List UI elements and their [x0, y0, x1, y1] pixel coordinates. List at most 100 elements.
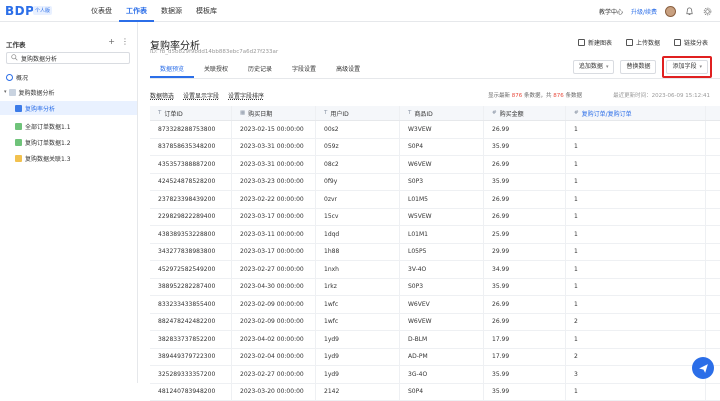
avatar[interactable] — [665, 6, 676, 17]
display-fields-link[interactable]: 设置显示字段 — [183, 91, 219, 100]
sidebar-item-repurchase-orders[interactable]: 复购订单数据1.2 — [0, 135, 137, 149]
table-row[interactable]: 3828337378522002023-04-02 00:00:001yd9D-… — [150, 331, 720, 349]
column-header[interactable]: #复购订单/复购订单 — [566, 106, 706, 120]
table-row[interactable]: 4383893532288002023-03-11 00:00:001dqdL0… — [150, 226, 720, 244]
stats-shown: 876 — [512, 93, 523, 99]
table-cell: 382833737852200 — [150, 331, 232, 348]
table-cell: 833233433855400 — [150, 296, 232, 313]
column-header[interactable]: T用户ID — [316, 106, 400, 120]
table-row[interactable]: 3889522822874002023-04-30 00:00:001rkzS0… — [150, 279, 720, 297]
column-header-label: 用户ID — [330, 109, 348, 118]
table-row[interactable]: 8824782424822002023-02-09 00:00:001wfcW6… — [150, 314, 720, 332]
chevron-down-icon: ▾ — [699, 61, 702, 73]
append-data-button[interactable]: 追加数据 ▾ — [573, 60, 615, 74]
upload-icon — [626, 39, 633, 46]
table-cell: 229829822289400 — [150, 209, 232, 226]
table-cell: 26.99 — [484, 156, 566, 173]
nav-datasource[interactable]: 数据源 — [154, 0, 189, 22]
table-row[interactable]: 3894493797223002023-02-04 00:00:001yd9AD… — [150, 349, 720, 367]
sidebar-item-repurchase-join[interactable]: 复购数据关联1.3 — [0, 151, 137, 165]
table-cell: S0P4 — [400, 384, 484, 401]
search-icon — [11, 54, 18, 63]
table-cell: 325289333357200 — [150, 366, 232, 383]
sidebar-item-label: 复购数据关联1.3 — [25, 154, 71, 163]
sheet-icon — [15, 105, 22, 112]
sheet-icon — [15, 139, 22, 146]
search-input[interactable] — [21, 55, 121, 62]
table-row[interactable]: 2298298222894002023-03-17 00:00:0015cvW5… — [150, 209, 720, 227]
table-cell: 435357388887200 — [150, 156, 232, 173]
table-cell: 1yd9 — [316, 331, 400, 348]
link-sheet-button[interactable]: 链接分表 — [674, 38, 708, 47]
nav-worksheet[interactable]: 工作表 — [119, 0, 154, 22]
table-row[interactable]: 2378233984392002023-02-22 00:00:000zvrL0… — [150, 191, 720, 209]
table-cell: 1nxh — [316, 261, 400, 278]
column-header[interactable]: ▦购买日期 — [232, 106, 316, 120]
sidebar-item-label: 复购数据分析 — [19, 88, 55, 97]
column-header[interactable]: T商品ID — [400, 106, 484, 120]
table-cell: 1h88 — [316, 244, 400, 261]
gear-icon[interactable] — [702, 6, 712, 16]
add-icon[interactable]: + — [108, 37, 115, 46]
send-icon — [698, 363, 709, 374]
logo[interactable]: BDP — [5, 4, 34, 18]
sidebar-item-all-orders[interactable]: 全部订单数据1.1 — [0, 119, 137, 133]
table-row[interactable]: 4353573888872002023-03-31 00:00:0008c2W6… — [150, 156, 720, 174]
add-field-button[interactable]: 添加字段 ▾ — [666, 60, 708, 74]
nav-dashboard[interactable]: 仪表盘 — [84, 0, 119, 22]
new-chart-button[interactable]: 新建图表 — [578, 38, 612, 47]
chart-icon — [6, 74, 13, 81]
table-cell: 26.99 — [484, 209, 566, 226]
table-cell: 29.99 — [484, 244, 566, 261]
table-row[interactable]: 8332334338554002023-02-09 00:00:001wfcW6… — [150, 296, 720, 314]
table-row[interactable]: 3252893333572002023-02-27 00:00:001yd93G… — [150, 366, 720, 384]
table-cell: 1yd9 — [316, 349, 400, 366]
upload-data-button[interactable]: 上传数据 — [626, 38, 660, 47]
field-type-icon: ▦ — [240, 110, 245, 116]
upgrade-link[interactable]: 升级/续费 — [631, 7, 657, 16]
data-filter-link[interactable]: 数据筛选 — [150, 91, 174, 100]
folder-icon — [9, 89, 16, 96]
table-cell: 1 — [566, 331, 706, 348]
sidebar-item-folder[interactable]: ▾ 复购数据分析 — [0, 85, 137, 99]
table-row[interactable]: 8378586353482002023-03-31 00:00:00059zS0… — [150, 139, 720, 157]
more-icon[interactable]: ⋮ — [121, 37, 129, 46]
table-cell: L05P5 — [400, 244, 484, 261]
tab-history[interactable]: 历史记录 — [238, 62, 282, 78]
chat-fab[interactable] — [692, 357, 714, 379]
table-cell: 26.99 — [484, 191, 566, 208]
tab-bar: 数据预览 关联授权 历史记录 字段设置 高级设置 — [150, 62, 370, 78]
tab-advanced[interactable]: 高级设置 — [326, 62, 370, 78]
table-row[interactable]: 4245248785282002023-03-23 00:00:000f9yS0… — [150, 174, 720, 192]
table-cell: 35.99 — [484, 384, 566, 401]
column-header[interactable]: #购买金额 — [484, 106, 566, 120]
table-row[interactable]: 3432778389838002023-03-17 00:00:001h88L0… — [150, 244, 720, 262]
chart-icon — [578, 39, 585, 46]
field-sort-link[interactable]: 设置字段排序 — [228, 91, 264, 100]
table-cell: 1 — [566, 226, 706, 243]
help-center-link[interactable]: 教学中心 — [599, 7, 623, 16]
sidebar-item-repurchase-rate[interactable]: 复购率分析 — [0, 101, 137, 115]
table-row[interactable]: 4812407839482002023-03-20 00:00:002142S0… — [150, 384, 720, 401]
table-cell: W5VEW — [400, 209, 484, 226]
column-header-label: 复购订单/复购订单 — [582, 109, 632, 118]
table-row[interactable]: 8733282887538002023-02-15 00:00:0000s2W3… — [150, 121, 720, 139]
table-cell: 2023-02-27 00:00:00 — [232, 366, 316, 383]
table-cell: 1 — [566, 174, 706, 191]
table-cell: 452972582549200 — [150, 261, 232, 278]
tab-authorization[interactable]: 关联授权 — [194, 62, 238, 78]
tab-data-preview[interactable]: 数据预览 — [150, 62, 194, 78]
sidebar-search[interactable] — [6, 52, 130, 64]
append-data-label: 追加数据 — [579, 61, 603, 73]
replace-data-button[interactable]: 替换数据 — [620, 60, 656, 74]
bell-icon[interactable] — [684, 6, 694, 16]
column-header-label: 商品ID — [414, 109, 432, 118]
tab-field-settings[interactable]: 字段设置 — [282, 62, 326, 78]
table-row[interactable]: 4529725825492002023-02-27 00:00:001nxh3V… — [150, 261, 720, 279]
stats-total: 876 — [553, 93, 564, 99]
nav-template[interactable]: 模板库 — [189, 0, 224, 22]
table-cell: 17.99 — [484, 331, 566, 348]
column-header[interactable]: T订单ID — [150, 106, 232, 120]
sidebar-item-overview[interactable]: 概况 — [0, 70, 137, 84]
table-cell: 873328288753800 — [150, 121, 232, 138]
